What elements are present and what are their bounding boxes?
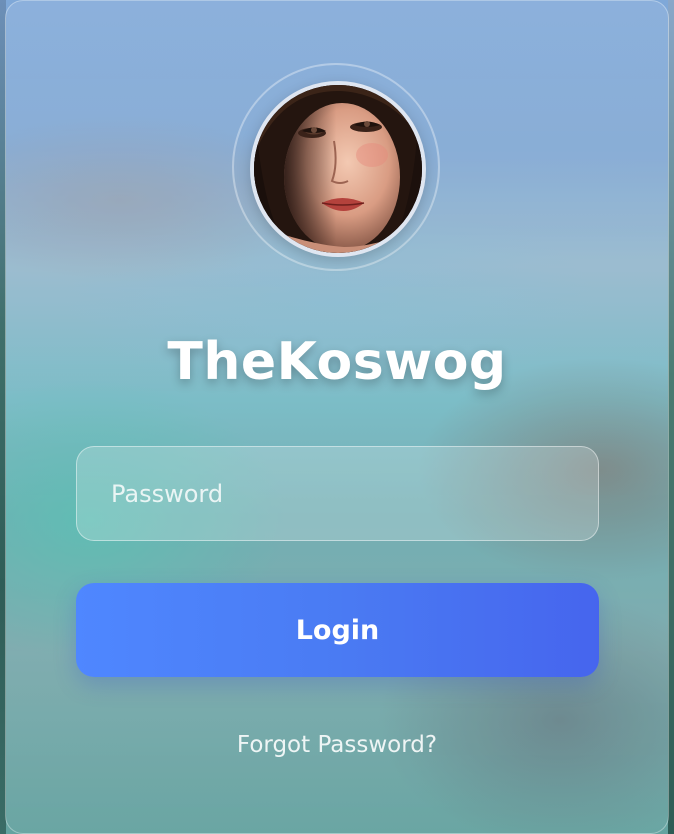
- login-button[interactable]: Login: [76, 583, 599, 677]
- user-portrait-icon: [254, 85, 422, 253]
- password-field[interactable]: [76, 446, 599, 541]
- avatar: [250, 81, 426, 257]
- forgot-password-link[interactable]: Forgot Password?: [0, 732, 674, 758]
- username-title: TheKoswog: [167, 332, 507, 392]
